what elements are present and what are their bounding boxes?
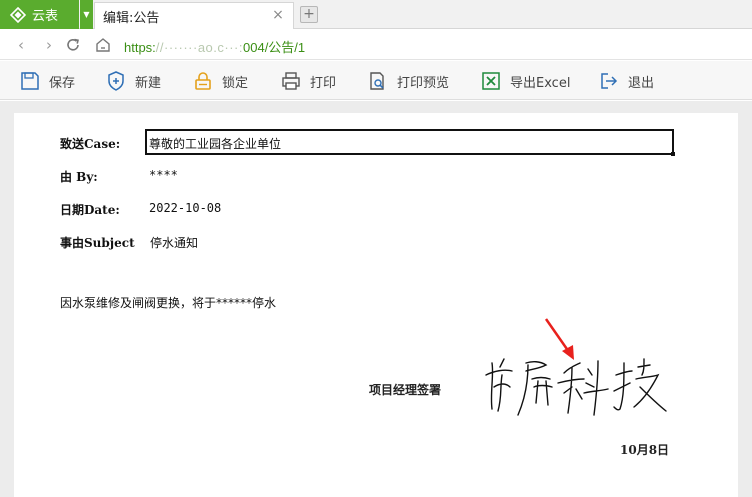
print-button[interactable]: 打印: [281, 70, 336, 92]
export-excel-label: 导出Excel: [510, 75, 571, 91]
subject-label: 事由Subject: [60, 236, 135, 250]
notice-body[interactable]: 因水泵维修及闸阀更换，将于******停水: [60, 294, 276, 311]
exit-icon: [601, 73, 618, 89]
lock-button[interactable]: 锁定: [193, 70, 248, 92]
lock-label: 锁定: [222, 75, 249, 91]
print-preview-label: 打印预览: [397, 75, 450, 91]
app-name: 云表: [32, 9, 59, 24]
app-dropdown-icon[interactable]: ▼: [80, 0, 93, 29]
exit-button[interactable]: 退出: [599, 70, 654, 92]
by-value[interactable]: ****: [149, 168, 178, 182]
new-button[interactable]: 新建: [106, 70, 161, 92]
tab-edit-notice[interactable]: 编辑:公告 ×: [94, 2, 294, 29]
url-obscured: //·······ao.c···:: [155, 40, 243, 55]
excel-icon: [482, 72, 500, 90]
url-field[interactable]: https://·······ao.c···:004/公告/1: [124, 37, 305, 56]
exit-label: 退出: [628, 75, 655, 91]
forward-icon[interactable]: ›: [40, 36, 58, 54]
new-tab-button[interactable]: +: [300, 6, 318, 23]
case-field[interactable]: 尊敬的工业园各企业单位: [145, 129, 674, 155]
notice-document: 致送Case: 尊敬的工业园各企业单位 由 By: **** 日期Date: 2…: [14, 113, 738, 497]
subject-value[interactable]: 停水通知: [150, 234, 198, 251]
signature-label: 项目经理签署: [369, 383, 442, 397]
back-icon[interactable]: ‹: [12, 36, 30, 54]
printer-icon: [282, 72, 300, 90]
url-prefix: https:: [124, 40, 156, 55]
save-label: 保存: [49, 75, 76, 91]
address-bar: ‹ › https://·······ao.c···:004/公告/1: [0, 30, 752, 60]
app-menu-button[interactable]: 云表: [0, 0, 79, 29]
tab-bar: 云表 ▼ 编辑:公告 × +: [0, 0, 752, 29]
new-icon: [108, 71, 124, 91]
case-label: 致送Case:: [60, 137, 121, 151]
by-label: 由 By:: [60, 170, 98, 184]
tab-title: 编辑:公告: [103, 10, 160, 26]
export-excel-button[interactable]: 导出Excel: [481, 70, 570, 92]
tab-close-icon[interactable]: ×: [271, 8, 285, 22]
save-icon: [21, 72, 39, 90]
print-preview-icon: [370, 72, 384, 90]
print-label: 打印: [310, 75, 337, 91]
print-preview-button[interactable]: 打印预览: [368, 70, 449, 92]
handwritten-signature: [485, 358, 667, 416]
date-value[interactable]: 2022-10-08: [149, 201, 221, 215]
url-path: 004/公告/1: [243, 40, 306, 55]
refresh-icon[interactable]: [64, 36, 82, 54]
save-button[interactable]: 保存: [20, 70, 75, 92]
toolbar: 保存 新建 锁定 打印 打印预览 导出Excel 退出: [0, 61, 752, 100]
sign-date: 10月8日: [620, 443, 670, 457]
date-label: 日期Date:: [60, 203, 120, 217]
content-area: 致送Case: 尊敬的工业园各企业单位 由 By: **** 日期Date: 2…: [0, 101, 752, 497]
lock-icon: [195, 72, 211, 90]
app-logo-icon: [10, 6, 26, 23]
home-icon[interactable]: [94, 36, 112, 54]
resize-handle[interactable]: [671, 152, 675, 156]
new-label: 新建: [135, 75, 162, 91]
